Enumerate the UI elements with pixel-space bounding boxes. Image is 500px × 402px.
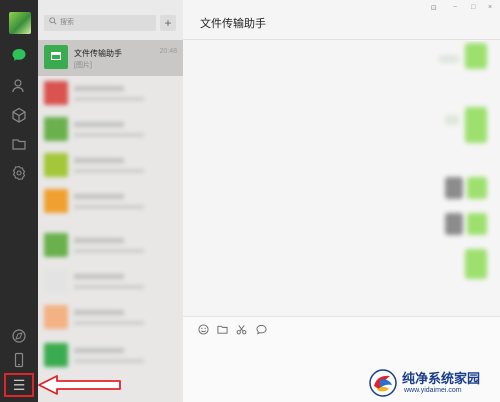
sidebar: ☰: [0, 0, 38, 402]
list-item[interactable]: [38, 300, 183, 336]
list-item[interactable]: [38, 228, 183, 264]
folder-icon[interactable]: [10, 136, 28, 154]
chat-window: 文件传输助手 ⊡ − □ ×: [183, 0, 500, 402]
close-button[interactable]: ×: [488, 4, 492, 11]
menu-icon: ☰: [12, 377, 26, 393]
blurred-avatar: [44, 189, 68, 213]
blurred-text: [74, 348, 124, 353]
message-bubble[interactable]: [445, 213, 463, 235]
blurred-avatar: [44, 305, 68, 329]
blurred-text: [74, 169, 144, 173]
blurred-text: [74, 158, 124, 163]
avatar[interactable]: [9, 12, 31, 34]
message-bubble[interactable]: [465, 249, 487, 279]
watermark-url: www.yidaimei.com: [404, 387, 462, 394]
chat-icon[interactable]: [10, 47, 28, 65]
message-bubble[interactable]: [465, 107, 487, 143]
scissors-icon[interactable]: [235, 324, 247, 336]
blurred-text: [74, 122, 124, 127]
pin-icon[interactable]: ⊡: [431, 4, 437, 12]
blurred-text: [74, 310, 124, 315]
blurred-text: [74, 133, 144, 137]
message-bubble[interactable]: [465, 43, 487, 69]
emoji-icon[interactable]: [197, 324, 209, 336]
blurred-text: [74, 194, 124, 199]
page-title: 文件传输助手: [200, 18, 266, 30]
list-item[interactable]: [38, 148, 183, 184]
blurred-avatar: [44, 153, 68, 177]
blurred-text: [74, 238, 124, 243]
folder-icon: [51, 52, 61, 60]
chat-list: 搜索 + 文件传输助手 [图片] 20:48: [38, 0, 183, 402]
list-item[interactable]: [38, 76, 183, 112]
message-bubble[interactable]: [445, 177, 463, 199]
menu-button[interactable]: ☰: [4, 373, 34, 397]
phone-icon[interactable]: [10, 352, 28, 370]
blurred-text: [74, 97, 144, 101]
chat-item-preview: [图片]: [74, 62, 92, 69]
watermark-title: 纯净系统家园: [402, 371, 481, 386]
folder-icon[interactable]: [216, 324, 228, 336]
blurred-avatar: [44, 343, 68, 367]
blurred-text: [74, 321, 144, 325]
message-bubble[interactable]: [467, 213, 487, 235]
chat-header: 文件传输助手 ⊡ − □ ×: [183, 0, 500, 40]
blurred-text: [74, 86, 124, 91]
blurred-avatar: [44, 269, 68, 293]
blurred-text: [74, 359, 144, 363]
list-item[interactable]: [38, 338, 183, 374]
watermark: 纯净系统家园 www.yidaimei.com: [368, 366, 498, 400]
maximize-button[interactable]: □: [471, 4, 475, 11]
message-area: [183, 41, 500, 315]
search-icon: [49, 17, 59, 27]
blurred-avatar: [44, 117, 68, 141]
blurred-avatar: [44, 81, 68, 105]
file-transfer-avatar: [44, 45, 68, 69]
annotation-arrow: [38, 375, 121, 395]
watermark-logo-icon: [369, 369, 397, 397]
minimize-button[interactable]: −: [453, 4, 457, 11]
list-item[interactable]: 文件传输助手 [图片] 20:48: [38, 40, 183, 76]
list-item[interactable]: [38, 112, 183, 148]
blurred-text: [74, 285, 144, 289]
message-bubble[interactable]: [445, 115, 459, 125]
chat-item-time: 20:48: [159, 48, 177, 55]
chat-item-title: 文件传输助手: [74, 49, 122, 58]
message-bubble[interactable]: [467, 177, 487, 199]
list-item[interactable]: [38, 184, 183, 220]
list-item[interactable]: [38, 264, 183, 300]
blurred-avatar: [44, 233, 68, 257]
add-button[interactable]: +: [160, 15, 176, 31]
search-input[interactable]: 搜索: [44, 15, 156, 31]
blurred-text: [74, 274, 124, 279]
blurred-text: [74, 249, 144, 253]
contacts-icon[interactable]: [10, 78, 28, 96]
search-row: 搜索 +: [38, 0, 183, 40]
blurred-text: [74, 205, 144, 209]
chat-bubble-icon[interactable]: [255, 324, 267, 336]
moments-icon[interactable]: [10, 328, 28, 346]
favorites-icon[interactable]: [10, 107, 28, 125]
settings-icon[interactable]: [10, 165, 28, 183]
message-bubble[interactable]: [439, 55, 459, 63]
